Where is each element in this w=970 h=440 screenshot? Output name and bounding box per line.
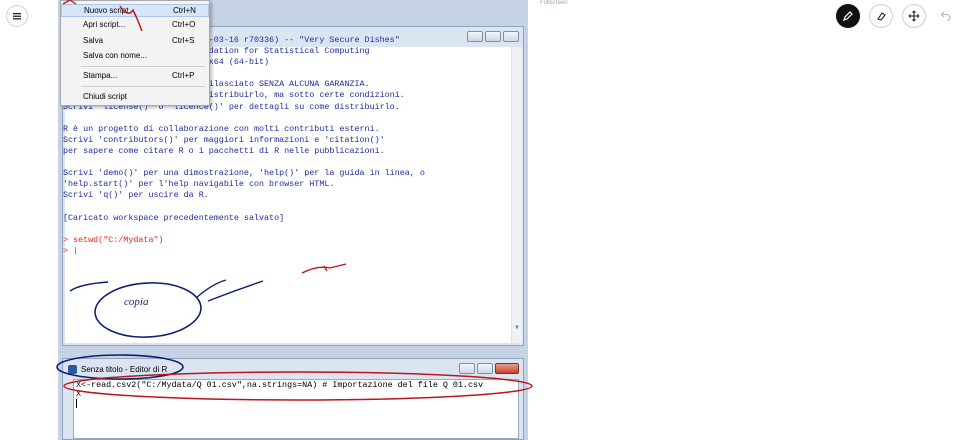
console-prompt: > |: [63, 245, 79, 256]
editor-line: X<-read.csv2("C:/Mydata/Q 01.csv",na.str…: [76, 380, 484, 390]
console-scrollbar[interactable]: [512, 47, 522, 343]
minimize-button[interactable]: [467, 31, 483, 42]
menu-item-label: Nuovo script: [84, 6, 129, 15]
scroll-down-icon[interactable]: ▼: [514, 325, 520, 331]
console-command: > setwd("C:/Mydata"): [63, 234, 164, 245]
pen-icon: [843, 11, 853, 21]
console-line: Scrivi 'demo()' per una dimostrazione, '…: [63, 168, 425, 179]
editor-title: Senza titolo - Editor di R: [81, 365, 168, 374]
editor-minimize-button[interactable]: [459, 363, 475, 374]
fullscreen-label[interactable]: Fullscreen: [540, 0, 568, 6]
menu-item-shortcut: Ctrl+O: [172, 20, 196, 29]
menu-item-label: Apri script...: [83, 20, 126, 29]
editor-text-area[interactable]: X<-read.csv2("C:/Mydata/Q 01.csv",na.str…: [73, 379, 519, 439]
console-line: Scrivi 'q()' per uscire da R.: [63, 190, 209, 201]
editor-maximize-button[interactable]: [477, 363, 493, 374]
menu-item-label: Chiudi script: [83, 92, 128, 101]
r-editor-window: Senza titolo - Editor di R X<-read.csv2(…: [62, 358, 524, 440]
menu-item-shortcut: Ctrl+N: [173, 6, 196, 15]
r-logo-icon: [68, 365, 77, 374]
maximize-button[interactable]: [485, 31, 501, 42]
menu-item-new-script[interactable]: Nuovo script Ctrl+N: [61, 4, 209, 17]
menu-item-shortcut: Ctrl+S: [172, 36, 195, 45]
text-caret: [76, 399, 77, 408]
editor-window-controls: [459, 363, 519, 374]
menu-item-label: Salva con nome...: [83, 51, 148, 60]
menu-item-label: Salva: [83, 36, 104, 45]
console-window-controls: [467, 31, 519, 42]
console-line: 'help.start()' per l'help navigabile con…: [63, 179, 335, 190]
menu-separator: [81, 66, 205, 67]
move-tool-button[interactable]: [902, 4, 926, 28]
console-line: R è un progetto di collaborazione con mo…: [63, 123, 380, 134]
console-line: Scrivi 'contributors()' per maggiori inf…: [63, 134, 385, 145]
console-line: per sapere come citare R o i pacchetti d…: [63, 145, 385, 156]
undo-icon: [940, 11, 951, 21]
editor-code: X<-read.csv2("C:/Mydata/Q 01.csv",na.str…: [76, 381, 483, 399]
menu-item-save[interactable]: Salva Ctrl+S: [61, 35, 209, 48]
hamburger-icon: [13, 13, 21, 20]
eraser-tool-button[interactable]: [869, 4, 893, 28]
menu-item-open-script[interactable]: Apri script... Ctrl+O: [61, 19, 209, 32]
menu-button[interactable]: [6, 5, 28, 27]
console-line: [Caricato workspace precedentemente salv…: [63, 212, 285, 223]
pen-tool-button[interactable]: [836, 4, 860, 28]
eraser-icon: [877, 12, 886, 21]
file-menu: Nuovo script Ctrl+N Apri script... Ctrl+…: [60, 0, 210, 106]
menu-separator: [81, 86, 205, 87]
menu-item-label: Stampa...: [83, 71, 118, 80]
menu-item-close-script[interactable]: Chiudi script: [61, 91, 209, 104]
menu-item-save-as[interactable]: Salva con nome...: [61, 50, 209, 63]
undo-button[interactable]: [936, 5, 956, 25]
editor-line: X: [76, 389, 82, 399]
menu-item-print[interactable]: Stampa... Ctrl+P: [61, 70, 209, 83]
move-icon: [908, 10, 920, 22]
editor-close-button[interactable]: [495, 363, 519, 374]
close-button[interactable]: [503, 31, 519, 42]
menu-item-shortcut: Ctrl+P: [172, 71, 195, 80]
